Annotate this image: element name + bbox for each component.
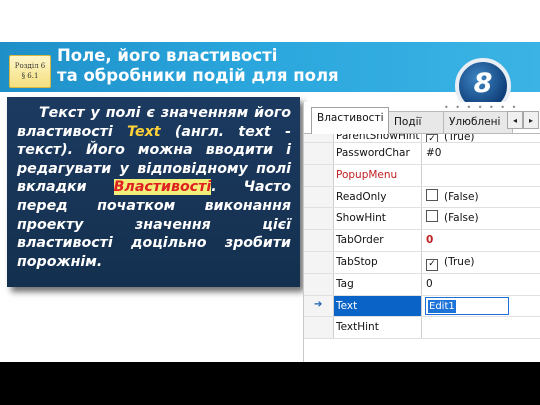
highlight-text-property: Text (127, 123, 161, 140)
property-row-tabstop[interactable]: TabStop ✓ (True) (304, 251, 540, 274)
property-row-tag[interactable]: Tag 0 (304, 273, 540, 296)
tab-properties[interactable]: Властивості (311, 107, 389, 134)
property-row-readonly[interactable]: ReadOnly (False) (304, 186, 540, 209)
text-value-selection: Edit1 (428, 299, 456, 313)
property-name: TabStop (334, 251, 422, 273)
section-badge: Розділ 6 § 6.1 (9, 55, 51, 88)
title-line-1: Поле, його властивості (57, 46, 278, 65)
checkbox-checked-icon[interactable]: ✓ (426, 258, 438, 271)
property-value[interactable]: 0 (423, 274, 540, 295)
object-inspector: • • • • • • • Властивості Події Улюблені… (303, 102, 540, 362)
explanation-paragraph: Текст у полі є значенням його властивост… (17, 104, 291, 271)
property-name: PopupMenu (334, 164, 422, 186)
explanation-text-box: Текст у полі є значенням його властивост… (7, 97, 300, 287)
property-name: ParentShowHint (334, 134, 422, 142)
property-value[interactable] (423, 317, 540, 338)
checkbox-checked-icon[interactable]: ✓ (426, 134, 438, 142)
property-name: TextHint (334, 317, 422, 339)
scroll-right-arrow-icon[interactable]: ▸ (523, 111, 539, 129)
property-row-texthint[interactable]: TextHint (304, 317, 540, 340)
current-row-arrow-icon: ➔ (314, 298, 323, 310)
scroll-left-arrow-icon[interactable]: ◂ (507, 111, 523, 129)
section-label: Розділ 6 (14, 62, 46, 70)
property-name: TabOrder (334, 230, 422, 251)
checkbox-unchecked-icon[interactable] (426, 188, 438, 201)
property-name: PasswordChar (334, 143, 422, 164)
property-value[interactable] (423, 165, 540, 186)
property-value[interactable]: 0 (423, 230, 540, 251)
property-row-showhint[interactable]: ShowHint (False) (304, 208, 540, 231)
property-row-passwordchar[interactable]: PasswordChar #0 (304, 143, 540, 165)
property-value[interactable]: (False) (423, 208, 540, 229)
slide-title: Поле, його властивості та обробники поді… (57, 46, 339, 86)
checkbox-unchecked-icon[interactable] (426, 210, 438, 223)
grade-number: 8 (473, 68, 493, 99)
property-value[interactable]: #0 (423, 143, 540, 164)
property-value[interactable]: ✓ (True) (423, 252, 540, 273)
tab-events[interactable]: Події (388, 111, 444, 133)
inspector-tabs: Властивості Події Улюблені ◂ ▸ (304, 107, 540, 134)
property-name: ShowHint (334, 208, 422, 230)
title-line-2: та обробники подій для поля (57, 66, 339, 85)
tab-favorites[interactable]: Улюблені (443, 111, 513, 133)
property-row-parentshowhint[interactable]: ParentShowHint ✓ (True) (304, 134, 540, 143)
text-value-input[interactable]: Edit1 (425, 296, 509, 315)
paragraph-label: § 6.1 (21, 72, 39, 80)
property-value[interactable]: ✓ (True) (423, 134, 540, 142)
property-row-taborder[interactable]: TabOrder 0 (304, 230, 540, 252)
property-row-text[interactable]: ➔ Text Edit1 (304, 295, 540, 318)
property-grid: ParentShowHint ✓ (True) PasswordChar #0 P… (304, 133, 540, 340)
slide: Розділ 6 § 6.1 Поле, його властивості та… (0, 0, 540, 362)
property-name: ReadOnly (334, 186, 422, 208)
property-name: Tag (334, 273, 422, 295)
highlight-properties-tab: Властивості (113, 179, 212, 196)
property-row-popupmenu[interactable]: PopupMenu (304, 164, 540, 187)
property-name: Text (334, 295, 422, 317)
property-value[interactable]: (False) (423, 187, 540, 208)
